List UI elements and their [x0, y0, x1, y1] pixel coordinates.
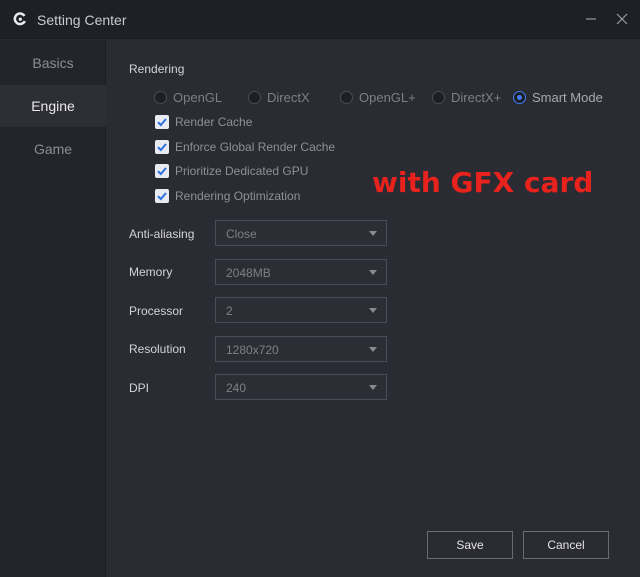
close-icon: [616, 13, 628, 25]
window-title: Setting Center: [37, 12, 127, 28]
select-value: 1280x720: [226, 343, 279, 357]
radio-label: DirectX+: [451, 89, 502, 105]
radio-label: DirectX: [267, 89, 310, 105]
memory-select[interactable]: 2048MB: [215, 259, 387, 285]
radio-indicator: [154, 90, 167, 104]
dpi-select[interactable]: 240: [215, 374, 387, 400]
title-bar: Setting Center: [0, 0, 640, 39]
radio-smart-mode[interactable]: Smart Mode: [513, 89, 603, 105]
chevron-down-icon: [369, 270, 377, 275]
minimize-icon: [586, 18, 596, 20]
overlay-annotation: with GFX card: [372, 166, 594, 199]
radio-label: OpenGL+: [359, 89, 416, 105]
minimize-button[interactable]: [581, 9, 601, 29]
close-button[interactable]: [612, 9, 632, 29]
checkmark-icon: [155, 115, 169, 129]
select-value: 240: [226, 381, 247, 395]
sidebar-item-game[interactable]: Game: [0, 128, 106, 170]
checkbox-label: Enforce Global Render Cache: [175, 140, 336, 154]
processor-select[interactable]: 2: [215, 297, 387, 323]
checkbox-prioritize-dedicated-gpu[interactable]: Prioritize Dedicated GPU: [155, 163, 308, 179]
memory-label: Memory: [129, 265, 173, 279]
radio-directx-plus[interactable]: DirectX+: [432, 89, 501, 105]
radio-indicator: [340, 90, 353, 104]
radio-opengl[interactable]: OpenGL: [154, 89, 222, 105]
resolution-label: Resolution: [129, 342, 186, 356]
radio-label: OpenGL: [173, 89, 223, 105]
select-value: 2048MB: [226, 266, 271, 280]
chevron-down-icon: [369, 385, 377, 390]
checkmark-icon: [155, 140, 169, 154]
app-logo-icon: [13, 12, 26, 26]
save-button[interactable]: Save: [427, 531, 513, 559]
sidebar-item-engine[interactable]: Engine: [0, 85, 106, 127]
radio-label: Smart Mode: [532, 89, 603, 105]
radio-indicator: [513, 90, 526, 104]
select-value: 2: [226, 304, 233, 318]
checkbox-label: Prioritize Dedicated GPU: [175, 164, 309, 178]
chevron-down-icon: [369, 347, 377, 352]
radio-directx[interactable]: DirectX: [248, 89, 310, 105]
checkbox-rendering-optimization[interactable]: Rendering Optimization: [155, 188, 300, 204]
checkmark-icon: [155, 189, 169, 203]
checkbox-render-cache[interactable]: Render Cache: [155, 114, 252, 130]
checkbox-label: Rendering Optimization: [175, 189, 301, 203]
sidebar-item-basics[interactable]: Basics: [0, 42, 106, 84]
checkbox-label: Render Cache: [175, 115, 253, 129]
dpi-label: DPI: [129, 381, 150, 395]
radio-indicator: [432, 90, 445, 104]
radio-indicator: [248, 90, 261, 104]
resolution-select[interactable]: 1280x720: [215, 336, 387, 362]
rendering-title: Rendering: [129, 62, 185, 76]
chevron-down-icon: [369, 231, 377, 236]
anti-aliasing-label: Anti-aliasing: [129, 227, 195, 241]
chevron-down-icon: [369, 308, 377, 313]
cancel-button[interactable]: Cancel: [523, 531, 609, 559]
anti-aliasing-select[interactable]: Close: [215, 220, 387, 246]
radio-opengl-plus[interactable]: OpenGL+: [340, 89, 416, 105]
processor-label: Processor: [129, 304, 184, 318]
checkbox-enforce-global-render-cache[interactable]: Enforce Global Render Cache: [155, 139, 335, 155]
sidebar: Basics Engine Game: [0, 40, 106, 577]
checkmark-icon: [155, 164, 169, 178]
select-value: Close: [226, 227, 257, 241]
